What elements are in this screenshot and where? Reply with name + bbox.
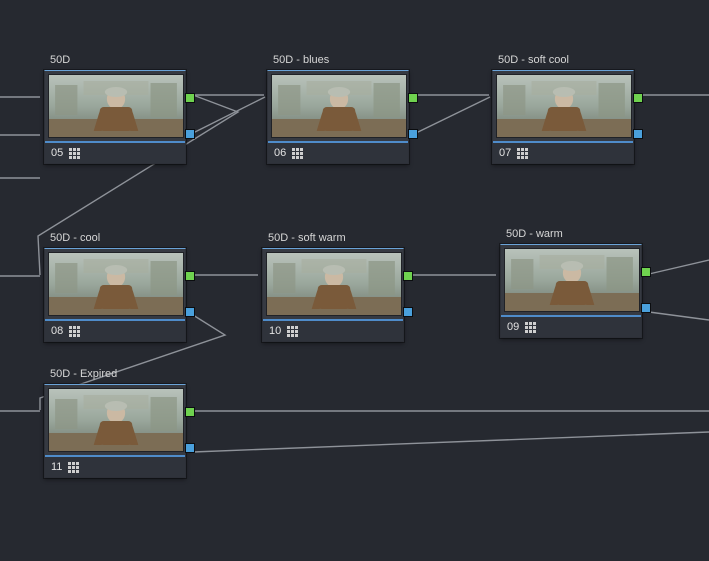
node-09[interactable]: 50D - warm 09 <box>500 228 642 338</box>
node-thumbnail[interactable] <box>48 252 184 316</box>
node-10[interactable]: 50D - soft warm 10 <box>262 232 404 342</box>
grid-icon[interactable] <box>292 148 303 159</box>
node-body[interactable]: 10 <box>262 248 404 342</box>
output-port-green-icon[interactable] <box>403 271 413 281</box>
node-08[interactable]: 50D - cool 08 <box>44 232 186 342</box>
node-title: 50D - Expired <box>50 368 186 380</box>
node-number: 07 <box>499 147 511 159</box>
output-port-green-icon[interactable] <box>185 407 195 417</box>
node-07[interactable]: 50D - soft cool 07 <box>492 54 634 164</box>
output-port-green-icon[interactable] <box>185 93 195 103</box>
output-port-blue-icon[interactable] <box>641 303 651 313</box>
output-port-green-icon[interactable] <box>633 93 643 103</box>
node-footer: 09 <box>501 315 641 337</box>
node-thumbnail[interactable] <box>48 74 184 138</box>
output-port-blue-icon[interactable] <box>403 307 413 317</box>
node-body[interactable]: 11 <box>44 384 186 478</box>
node-footer: 06 <box>268 141 408 163</box>
node-thumbnail[interactable] <box>504 248 640 312</box>
node-title: 50D <box>50 54 186 66</box>
node-thumbnail[interactable] <box>48 388 184 452</box>
output-port-blue-icon[interactable] <box>408 129 418 139</box>
node-title: 50D - warm <box>506 228 642 240</box>
node-footer: 10 <box>263 319 403 341</box>
grid-icon[interactable] <box>69 326 80 337</box>
node-number: 06 <box>274 147 286 159</box>
grid-icon[interactable] <box>517 148 528 159</box>
node-05[interactable]: 50D 05 <box>44 54 186 164</box>
node-footer: 08 <box>45 319 185 341</box>
grid-icon[interactable] <box>69 148 80 159</box>
node-title: 50D - blues <box>273 54 409 66</box>
grid-icon[interactable] <box>287 326 298 337</box>
output-port-green-icon[interactable] <box>641 267 651 277</box>
node-title: 50D - cool <box>50 232 186 244</box>
output-port-green-icon[interactable] <box>185 271 195 281</box>
node-number: 10 <box>269 325 281 337</box>
node-06[interactable]: 50D - blues 06 <box>267 54 409 164</box>
output-port-blue-icon[interactable] <box>185 307 195 317</box>
node-thumbnail[interactable] <box>266 252 402 316</box>
node-title: 50D - soft cool <box>498 54 634 66</box>
node-number: 09 <box>507 321 519 333</box>
output-port-blue-icon[interactable] <box>633 129 643 139</box>
node-title: 50D - soft warm <box>268 232 404 244</box>
node-body[interactable]: 08 <box>44 248 186 342</box>
node-body[interactable]: 09 <box>500 244 642 338</box>
node-number: 08 <box>51 325 63 337</box>
node-11[interactable]: 50D - Expired 11 <box>44 368 186 478</box>
node-footer: 05 <box>45 141 185 163</box>
node-footer: 11 <box>45 455 185 477</box>
output-port-blue-icon[interactable] <box>185 129 195 139</box>
output-port-blue-icon[interactable] <box>185 443 195 453</box>
node-footer: 07 <box>493 141 633 163</box>
node-thumbnail[interactable] <box>271 74 407 138</box>
node-number: 11 <box>51 461 62 473</box>
node-thumbnail[interactable] <box>496 74 632 138</box>
grid-icon[interactable] <box>68 462 79 473</box>
node-body[interactable]: 07 <box>492 70 634 164</box>
node-body[interactable]: 06 <box>267 70 409 164</box>
output-port-green-icon[interactable] <box>408 93 418 103</box>
grid-icon[interactable] <box>525 322 536 333</box>
node-number: 05 <box>51 147 63 159</box>
node-body[interactable]: 05 <box>44 70 186 164</box>
